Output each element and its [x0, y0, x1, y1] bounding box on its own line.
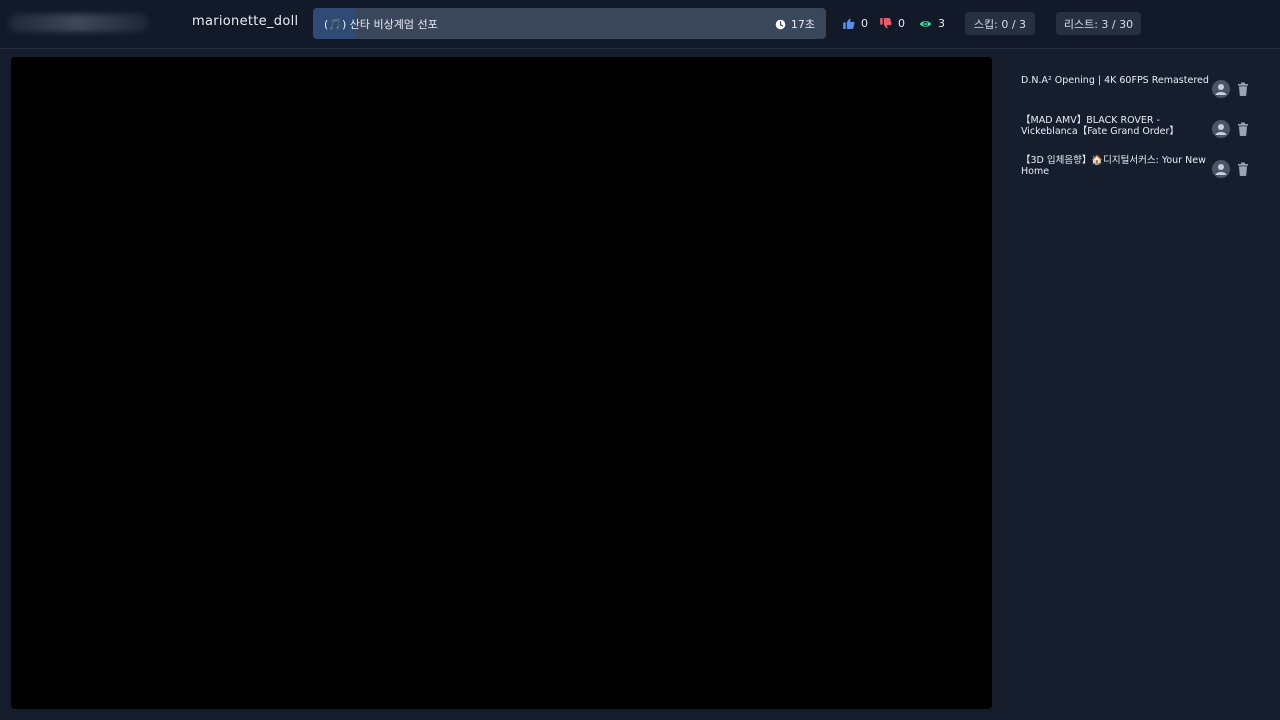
user-icon[interactable] [1212, 160, 1230, 178]
playlist-item-title: 【MAD AMV】BLACK ROVER - Vickeblanca【Fate … [1021, 115, 1179, 137]
time-remaining-value: 17초 [790, 18, 815, 31]
time-remaining: 17초 [775, 16, 815, 32]
skip-counter[interactable]: 스킵: 0 / 3 [965, 12, 1035, 35]
username: marionette_doll [192, 14, 299, 29]
playlist-item-title: D.N.A² Opening | 4K 60FPS Remastered [1021, 75, 1209, 86]
thumbs-down-icon [880, 18, 892, 29]
video-player[interactable] [11, 57, 992, 709]
top-bar: marionette_doll (🎵) 산타 비상계엄 선포 17초 0 0 3… [0, 0, 1280, 49]
now-playing-title: (🎵) 산타 비상계엄 선포 [324, 18, 438, 31]
thumbs-up-icon [843, 18, 855, 29]
playlist-panel: D.N.A² Opening | 4K 60FPS Remastered 【MA… [1003, 57, 1269, 709]
now-playing-bar: (🎵) 산타 비상계엄 선포 17초 [313, 8, 826, 39]
playlist-item[interactable]: D.N.A² Opening | 4K 60FPS Remastered [1021, 75, 1261, 105]
trash-icon[interactable] [1237, 82, 1249, 96]
trash-icon[interactable] [1237, 162, 1249, 176]
viewer-count-value: 3 [938, 17, 945, 30]
clock-icon [775, 19, 786, 29]
playlist-item[interactable]: 【3D 입체음향】🏠디지털서커스: Your New Home [1021, 155, 1261, 185]
user-icon[interactable] [1212, 120, 1230, 138]
dislike-count: 0 [898, 17, 905, 30]
playlist-item-title: 【3D 입체음향】🏠디지털서커스: Your New Home [1021, 155, 1206, 177]
logo[interactable] [8, 14, 148, 32]
like-button[interactable]: 0 [843, 17, 868, 30]
eye-icon [919, 20, 932, 27]
user-icon[interactable] [1212, 80, 1230, 98]
list-counter[interactable]: 리스트: 3 / 30 [1056, 12, 1141, 35]
like-count: 0 [861, 17, 868, 30]
playlist-item[interactable]: 【MAD AMV】BLACK ROVER - Vickeblanca【Fate … [1021, 115, 1261, 145]
trash-icon[interactable] [1237, 122, 1249, 136]
dislike-button[interactable]: 0 [880, 17, 905, 30]
viewer-count: 3 [919, 17, 945, 30]
